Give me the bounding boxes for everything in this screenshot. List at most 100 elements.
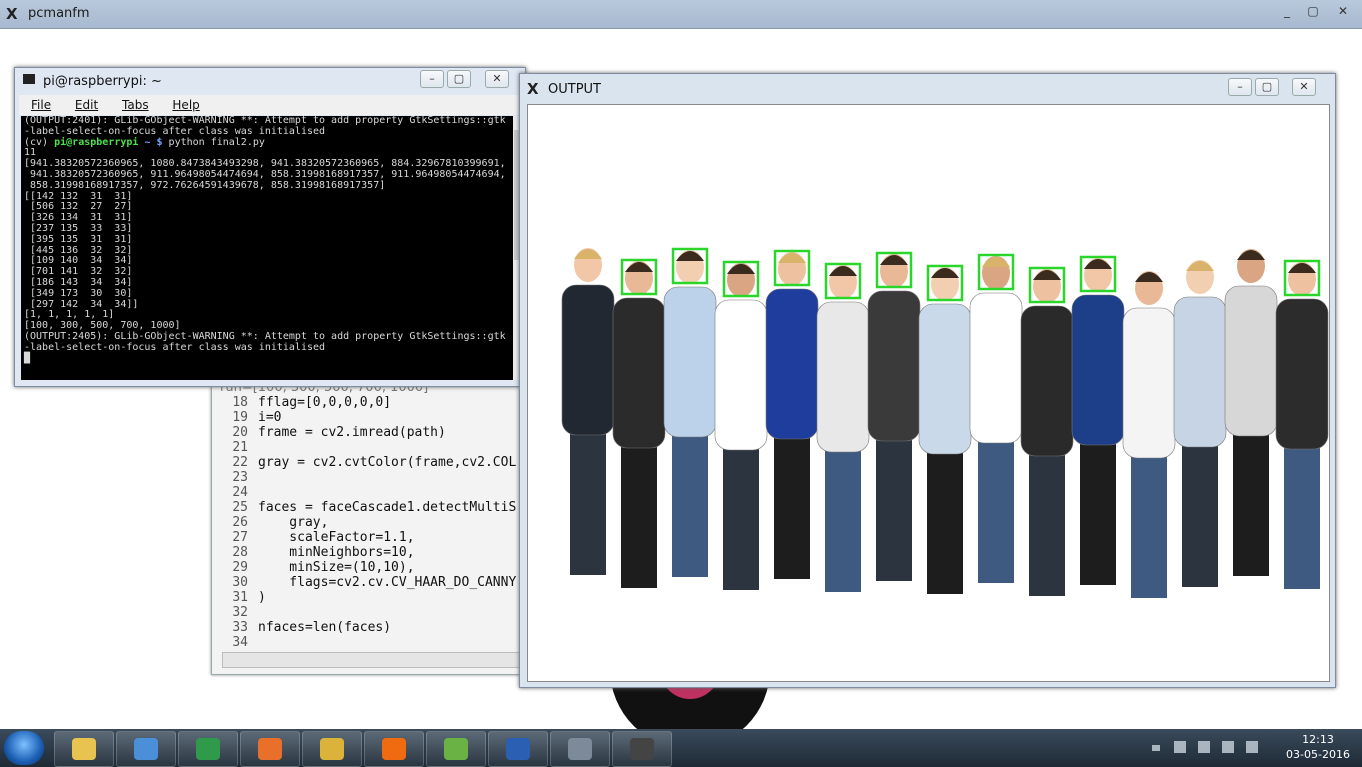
taskbar-button[interactable] xyxy=(178,731,238,767)
minimize-button[interactable]: _ xyxy=(1276,4,1298,18)
menu-edit[interactable]: Edit xyxy=(75,98,98,112)
terminal-line: [349 173 30 30] xyxy=(24,287,133,299)
code-text: i=0 xyxy=(258,410,282,425)
output-image xyxy=(527,104,1330,682)
person xyxy=(1173,260,1227,587)
tray-device-icon[interactable] xyxy=(1198,741,1210,753)
line-number: 34 xyxy=(232,635,248,650)
code-text: minSize=(10,10), xyxy=(258,560,415,575)
code-text: scaleFactor=1.1, xyxy=(258,530,415,545)
taskbar-button[interactable] xyxy=(364,731,424,767)
terminal-minimize-button[interactable]: – xyxy=(420,70,444,88)
taskbar-button[interactable] xyxy=(612,731,672,767)
clock-time: 12:13 xyxy=(1302,733,1334,746)
network-icon xyxy=(568,738,592,760)
output-maximize-button[interactable]: ▢ xyxy=(1255,78,1279,96)
x-logo-icon: X xyxy=(6,5,18,23)
line-number: 29 xyxy=(232,560,248,575)
code-line: 20 frame = cv2.imread(path) xyxy=(220,425,520,440)
mi-icon xyxy=(382,738,406,760)
line-number: 23 xyxy=(232,470,248,485)
code-line: 23 xyxy=(220,470,520,485)
code-line: 34 xyxy=(220,635,520,650)
terminal-titlebar[interactable]: pi@raspberrypi: ~ – ▢ ✕ xyxy=(15,68,525,92)
terminal-window[interactable]: pi@raspberrypi: ~ – ▢ ✕ File Edit Tabs H… xyxy=(14,67,526,387)
file-explorer-icon xyxy=(72,738,96,760)
code-text: faces = faceCascade1.detectMultiS xyxy=(258,500,517,515)
output-window[interactable]: X OUTPUT – ▢ ✕ xyxy=(519,73,1336,688)
menu-help[interactable]: Help xyxy=(172,98,199,112)
code-text: gray = cv2.cvtColor(frame,cv2.COL xyxy=(258,455,517,470)
tray-arrow-icon[interactable] xyxy=(1152,745,1160,751)
code-line: 30 flags=cv2.cv.CV_HAAR_DO_CANNY xyxy=(220,575,520,590)
code-line: 28 minNeighbors=10, xyxy=(220,545,520,560)
taskbar-button[interactable] xyxy=(116,731,176,767)
bluestacks-icon xyxy=(444,738,468,760)
prompt-env: (cv) xyxy=(24,136,49,148)
person xyxy=(867,254,921,581)
code-line: 18 fflag=[0,0,0,0,0] xyxy=(220,395,520,410)
taskbar-button[interactable] xyxy=(488,731,548,767)
editor-horizontal-scrollbar[interactable] xyxy=(222,652,524,668)
prompt-path: ~ $ xyxy=(144,136,163,148)
terminal-line: -label-select-on-focus after class was i… xyxy=(24,341,326,353)
start-button[interactable] xyxy=(4,731,44,765)
code-line: 33 nfaces=len(faces) xyxy=(220,620,520,635)
code-line: 24 xyxy=(220,485,520,500)
tray-network-icon[interactable] xyxy=(1222,741,1234,753)
code-editor-window[interactable]: run=[100, 300, 500, 700, 1000] 18 fflag=[… xyxy=(211,375,524,675)
menu-tabs[interactable]: Tabs xyxy=(122,98,149,112)
terminal-menubar: File Edit Tabs Help xyxy=(19,95,521,115)
clock[interactable]: 12:13 03-05-2016 xyxy=(1282,732,1354,762)
close-button[interactable]: ✕ xyxy=(1332,4,1354,18)
code-text: gray, xyxy=(258,515,329,530)
output-title: OUTPUT xyxy=(548,82,601,97)
person xyxy=(1071,258,1125,585)
terminal-close-button[interactable]: ✕ xyxy=(485,70,509,88)
maximize-button[interactable]: ▢ xyxy=(1302,4,1324,18)
person xyxy=(663,250,717,577)
person xyxy=(1020,269,1074,596)
code-text: flags=cv2.cv.CV_HAAR_DO_CANNY xyxy=(258,575,517,590)
line-number: 24 xyxy=(232,485,248,500)
terminal-line: 858.31998168917357, 972.76264591439678, … xyxy=(24,179,386,191)
terminal-title: pi@raspberrypi: ~ xyxy=(43,74,162,89)
taskbar-button[interactable] xyxy=(302,731,362,767)
line-number: 31 xyxy=(232,590,248,605)
line-number: 30 xyxy=(232,575,248,590)
taskbar: 12:13 03-05-2016 xyxy=(0,729,1362,767)
output-close-button[interactable]: ✕ xyxy=(1292,78,1316,96)
line-number: 19 xyxy=(232,410,248,425)
output-minimize-button[interactable]: – xyxy=(1228,78,1252,96)
code-line: 26 gray, xyxy=(220,515,520,530)
taskbar-button[interactable] xyxy=(240,731,300,767)
prompt-user: pi@raspberrypi xyxy=(54,136,139,148)
terminal-prompt-line: (cv) pi@raspberrypi ~ $ python final2.py xyxy=(24,136,513,149)
word-icon xyxy=(506,738,530,760)
person xyxy=(561,248,615,575)
taskbar-button[interactable] xyxy=(550,731,610,767)
terminal-output-lines: 11 [941.38320572360965, 1080.847384349329… xyxy=(21,148,513,353)
code-line: 31) xyxy=(220,590,520,605)
chrome-icon xyxy=(320,738,344,760)
tray-flag-icon[interactable] xyxy=(1174,741,1186,753)
terminal-output[interactable]: (OUTPUT:2401): GLib-GObject-WARNING **: … xyxy=(21,116,513,380)
taskbar-button[interactable] xyxy=(54,731,114,767)
menu-file[interactable]: File xyxy=(31,98,51,112)
x-logo-icon: X xyxy=(527,80,539,98)
group-photo xyxy=(561,247,1329,598)
code-line: 21 xyxy=(220,440,520,455)
line-number: 25 xyxy=(232,500,248,515)
person xyxy=(1224,249,1278,576)
person xyxy=(969,256,1023,583)
person xyxy=(1122,271,1176,598)
taskbar-button[interactable] xyxy=(426,731,486,767)
person xyxy=(765,252,819,579)
tray-volume-icon[interactable] xyxy=(1246,741,1258,753)
code-line: 29 minSize=(10,10), xyxy=(220,560,520,575)
line-number: 22 xyxy=(232,455,248,470)
terminal-maximize-button[interactable]: ▢ xyxy=(447,70,471,88)
line-number: 32 xyxy=(232,605,248,620)
line-number: 20 xyxy=(232,425,248,440)
terminal-line: [395 135 31 31] xyxy=(24,233,133,245)
